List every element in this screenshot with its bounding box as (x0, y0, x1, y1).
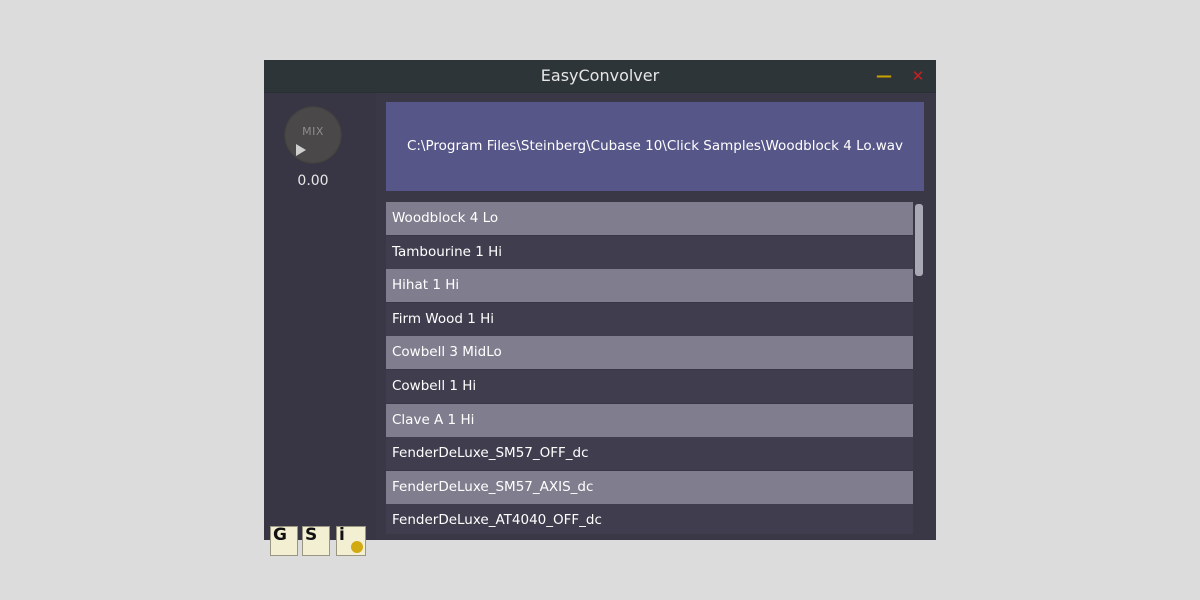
sample-list-item[interactable]: Cowbell 3 MidLo (386, 336, 913, 370)
info-dot-icon (351, 541, 363, 553)
scroll-thumb[interactable] (915, 204, 923, 276)
mix-knob-label: MIX (302, 125, 324, 138)
left-panel: MIX 0.00 G S i (264, 93, 376, 556)
sample-list-item[interactable]: Woodblock 4 Lo (386, 202, 913, 235)
mix-value: 0.00 (297, 173, 329, 189)
mix-knob[interactable]: MIX (284, 106, 342, 164)
info-button-label: i (339, 525, 345, 545)
sample-list-item[interactable]: FenderDeLuxe_SM57_AXIS_dc (386, 470, 913, 504)
easyconvolver-window: EasyConvolver — ✕ MIX 0.00 G S i C:\Prog… (264, 60, 936, 556)
sample-list-item[interactable]: FenderDeLuxe_AT4040_OFF_dc (386, 504, 913, 534)
knob-pointer-icon (296, 144, 306, 156)
file-path-text: C:\Program Files\Steinberg\Cubase 10\Cli… (406, 138, 904, 154)
window-title: EasyConvolver (540, 66, 660, 85)
sample-list-item[interactable]: Cowbell 1 Hi (386, 370, 913, 403)
sample-list-item[interactable]: Firm Wood 1 Hi (386, 302, 913, 336)
sample-list: Woodblock 4 Lo Tambourine 1 Hi Hihat 1 Hi F… (386, 202, 913, 534)
file-path-panel[interactable]: C:\Program Files\Steinberg\Cubase 10\Cli… (386, 102, 924, 191)
info-button[interactable]: i (336, 525, 366, 556)
sample-list-item[interactable]: Hihat 1 Hi (386, 269, 913, 303)
sample-list-item[interactable]: Clave A 1 Hi (386, 403, 913, 437)
title-bar: EasyConvolver — ✕ (264, 60, 936, 93)
list-scrollbar[interactable] (914, 202, 924, 534)
minimize-button[interactable]: — (874, 66, 894, 86)
sample-list-item[interactable]: Tambourine 1 Hi (386, 235, 913, 269)
g-button-label: G (273, 525, 287, 545)
s-button-label: S (305, 525, 318, 545)
s-button[interactable]: S (302, 525, 330, 556)
close-button[interactable]: ✕ (908, 66, 928, 86)
sample-list-item[interactable]: FenderDeLuxe_SM57_OFF_dc (386, 437, 913, 471)
g-button[interactable]: G (270, 525, 298, 556)
